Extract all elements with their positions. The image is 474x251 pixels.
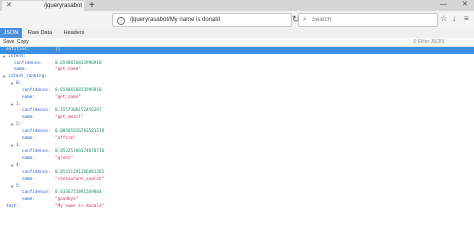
json-row[interactable]: ▼ 2:	[0, 122, 474, 129]
json-key: name:	[22, 197, 35, 203]
filter-input[interactable]: ⚲ Filter JSON	[413, 38, 444, 46]
expand-arrow-icon[interactable]: ▼	[11, 81, 13, 88]
json-row[interactable]: name: "affirm"	[0, 136, 474, 143]
filter-placeholder: Filter JSON	[418, 39, 444, 45]
json-key: 2:	[16, 122, 22, 128]
json-row[interactable]: ▼ intent_ranking:	[0, 74, 474, 81]
json-key: entities:	[6, 47, 30, 52]
search-bar[interactable]: ⌕	[298, 13, 438, 27]
expand-arrow-icon[interactable]: ▼	[11, 163, 13, 170]
json-key: confidence:	[22, 190, 51, 196]
info-icon[interactable]: i	[117, 17, 125, 25]
json-value: "greet"	[55, 156, 74, 162]
json-row[interactable]: ▼ 0:	[0, 81, 474, 88]
json-value: 0.6540656833996918	[55, 87, 102, 93]
json-key: 1:	[16, 101, 22, 107]
json-key: 0:	[16, 81, 22, 87]
json-key: intent:	[8, 53, 27, 59]
json-value: "My name is donald"	[55, 204, 105, 210]
json-key: confidence:	[22, 87, 51, 93]
json-key: confidence:	[22, 128, 51, 134]
expand-arrow-icon[interactable]: ▼	[3, 54, 5, 61]
url-bar[interactable]: i /jqueryrasabot/My name is donald	[112, 13, 292, 27]
json-row[interactable]: ▼ intent:	[0, 54, 474, 61]
tab-title: /jqueryrasabot/	[44, 3, 82, 9]
json-value: "get_email"	[55, 115, 84, 121]
json-row[interactable]: confidence: 0.05411291206081261	[0, 170, 474, 177]
json-row[interactable]: name: "get_email"	[0, 115, 474, 122]
json-row[interactable]: confidence: 0.6540656833996918	[0, 88, 474, 95]
json-row[interactable]: ▼ 4:	[0, 163, 474, 170]
browser-tab[interactable]: ✕ /jqueryrasabot/	[2, 1, 84, 11]
viewer-tabs: JSON Raw Data Headers	[0, 28, 474, 38]
json-row[interactable]: text: "My name is donald"	[0, 204, 474, 211]
json-key: 4:	[16, 163, 22, 169]
json-value: "get_name"	[55, 67, 81, 73]
expand-arrow-icon[interactable]: ▼	[11, 184, 13, 191]
json-key: 3:	[16, 142, 22, 148]
tab-raw-data[interactable]: Raw Data	[24, 28, 56, 38]
json-key: confidence:	[14, 60, 43, 66]
json-key: name:	[22, 135, 35, 141]
json-tree: entities:[] ▼ intent: confidence: 0.65406568…	[0, 47, 474, 211]
window-close-icon[interactable]: ✕	[462, 0, 468, 10]
json-key: name:	[22, 156, 35, 162]
url-text[interactable]: /jqueryrasabot/My name is donald	[130, 14, 220, 26]
json-value: []	[55, 47, 61, 52]
viewer-toolbar: Save Copy ⚲ Filter JSON	[0, 38, 474, 47]
json-key: confidence:	[22, 149, 51, 155]
json-value: 0.05411291206081261	[55, 169, 105, 175]
json-row[interactable]: entities: []	[0, 47, 474, 54]
json-key: name:	[22, 94, 35, 100]
search-icon: ⌕	[303, 16, 307, 23]
save-button[interactable]: Save	[3, 38, 14, 46]
json-key: name:	[22, 115, 35, 121]
json-row[interactable]: confidence: 0.08505326783581219	[0, 129, 474, 136]
expand-arrow-icon[interactable]: ▼	[3, 74, 5, 81]
json-value: 0.08505326783581219	[55, 128, 105, 134]
json-key: confidence:	[22, 169, 51, 175]
tab-strip: ✕ /jqueryrasabot/ + — ✕	[0, 0, 474, 11]
json-key: name:	[22, 176, 35, 182]
json-key: intent_ranking:	[8, 74, 47, 80]
json-row[interactable]: name: "get_name"	[0, 67, 474, 74]
expand-arrow-icon[interactable]: ▼	[11, 102, 13, 109]
menu-icon[interactable]: ≡	[464, 13, 469, 25]
tab-headers[interactable]: Headers	[58, 28, 90, 38]
minimize-icon[interactable]: —	[440, 0, 447, 10]
json-key: confidence:	[22, 108, 51, 114]
json-value: "get_name"	[55, 94, 81, 100]
copy-button[interactable]: Copy	[17, 38, 29, 46]
expand-arrow-icon[interactable]: ▼	[11, 122, 13, 129]
new-tab-icon[interactable]: +	[89, 0, 95, 11]
json-row[interactable]: name: "greet"	[0, 156, 474, 163]
navigation-bar: i /jqueryrasabot/My name is donald ↻ ⌕ ☆…	[0, 11, 474, 29]
bookmark-icon[interactable]: ☆	[440, 13, 447, 25]
json-key: text:	[6, 204, 19, 210]
json-value: "restaurant_search"	[55, 176, 105, 182]
json-row[interactable]: name: "get_name"	[0, 95, 474, 102]
download-icon[interactable]: ↓	[452, 13, 456, 25]
search-input[interactable]	[312, 14, 432, 26]
json-key: 5:	[16, 183, 22, 189]
filter-icon: ⚲	[413, 39, 417, 45]
json-value: "affirm"	[55, 135, 76, 141]
tab-json[interactable]: JSON	[0, 28, 22, 38]
json-row[interactable]: name: "restaurant_search"	[0, 177, 474, 184]
close-tab-icon[interactable]: ✕	[6, 1, 12, 11]
expand-arrow-icon[interactable]: ▼	[11, 143, 13, 150]
